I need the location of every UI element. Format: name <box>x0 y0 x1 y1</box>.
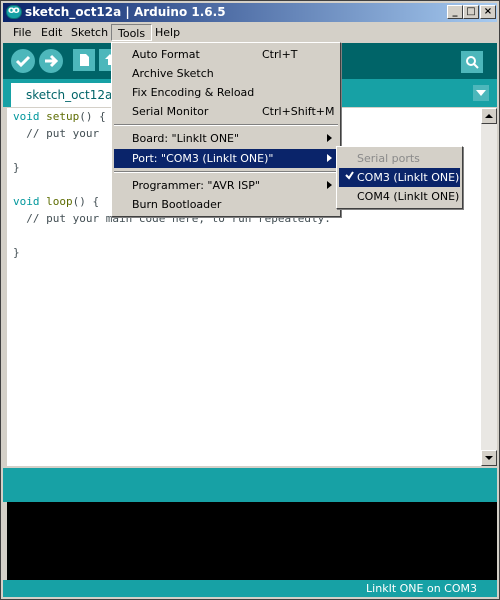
board-port-status: LinkIt ONE on COM3 <box>366 582 477 595</box>
scroll-up-button[interactable] <box>481 108 497 124</box>
new-file-icon <box>80 54 89 66</box>
arduino-ide-window: oo sketch_oct12a | Arduino 1.6.5 _ □ × F… <box>0 0 500 600</box>
upload-icon <box>45 54 59 68</box>
maximize-button[interactable]: □ <box>463 5 479 19</box>
menu-separator <box>114 124 338 126</box>
menu-item-board[interactable]: Board: "LinkIt ONE" <box>114 129 338 148</box>
menu-item-shortcut: Ctrl+T <box>262 48 298 61</box>
message-bar <box>3 468 497 502</box>
close-button[interactable]: × <box>480 5 496 19</box>
menu-item-serial-monitor[interactable]: Serial Monitor Ctrl+Shift+M <box>114 102 338 121</box>
scroll-down-button[interactable] <box>481 450 497 466</box>
minimize-button[interactable]: _ <box>447 5 463 19</box>
serial-monitor-icon <box>466 56 479 69</box>
checkmark-icon <box>345 171 354 180</box>
upload-button[interactable] <box>39 49 63 73</box>
menu-separator <box>114 171 338 173</box>
port-option-com3[interactable]: COM3 (LinkIt ONE) <box>339 168 460 187</box>
submenu-arrow-icon <box>327 154 332 162</box>
port-option-com4[interactable]: COM4 (LinkIt ONE) <box>339 187 460 206</box>
window-title: sketch_oct12a | Arduino 1.6.5 <box>25 5 226 19</box>
menu-item-fix-encoding[interactable]: Fix Encoding & Reload <box>114 83 338 102</box>
menu-bar: File Edit Sketch Tools Help <box>3 22 497 42</box>
menu-help[interactable]: Help <box>149 24 186 41</box>
submenu-arrow-icon <box>327 134 332 142</box>
code-line: // put your <box>13 127 100 140</box>
code-line: } <box>13 161 20 174</box>
arduino-logo-icon: oo <box>6 5 22 19</box>
code-line: void loop() { <box>13 195 100 208</box>
port-option-label: COM3 (LinkIt ONE) <box>357 171 460 184</box>
menu-item-label: Programmer: "AVR ISP" <box>132 179 260 192</box>
title-bar[interactable]: oo sketch_oct12a | Arduino 1.6.5 _ □ × <box>3 3 497 22</box>
menu-item-label: Auto Format <box>132 48 200 61</box>
menu-file[interactable]: File <box>7 24 37 41</box>
tab-sketch[interactable]: sketch_oct12a <box>11 83 112 107</box>
new-button[interactable] <box>73 49 95 71</box>
chevron-down-icon <box>476 90 486 96</box>
menu-item-auto-format[interactable]: Auto Format Ctrl+T <box>114 45 338 64</box>
submenu-header-serial-ports: Serial ports <box>339 149 460 168</box>
tab-menu-button[interactable] <box>473 85 489 101</box>
port-submenu: Serial ports COM3 (LinkIt ONE) COM4 (Lin… <box>336 146 463 209</box>
verify-icon <box>15 55 31 68</box>
menu-item-label: Board: "LinkIt ONE" <box>132 132 240 145</box>
submenu-header-label: Serial ports <box>357 152 420 165</box>
editor-scrollbar[interactable] <box>481 108 497 466</box>
status-bar: LinkIt ONE on COM3 <box>3 580 497 597</box>
menu-item-label: Port: "COM3 (LinkIt ONE)" <box>132 152 274 165</box>
submenu-arrow-icon <box>327 181 332 189</box>
code-line: void setup() { <box>13 110 106 123</box>
arrow-down-icon <box>485 456 493 460</box>
tools-menu: Auto Format Ctrl+T Archive Sketch Fix En… <box>111 42 341 217</box>
menu-item-shortcut: Ctrl+Shift+M <box>262 105 335 118</box>
menu-item-label: Fix Encoding & Reload <box>132 86 255 99</box>
menu-item-label: Serial Monitor <box>132 105 209 118</box>
console-output[interactable] <box>7 502 497 580</box>
verify-button[interactable] <box>11 49 35 73</box>
menu-item-archive-sketch[interactable]: Archive Sketch <box>114 64 338 83</box>
menu-item-burn-bootloader[interactable]: Burn Bootloader <box>114 195 338 214</box>
port-option-label: COM4 (LinkIt ONE) <box>357 190 460 203</box>
arrow-up-icon <box>485 114 493 118</box>
menu-sketch[interactable]: Sketch <box>65 24 114 41</box>
code-line: } <box>13 246 20 259</box>
menu-tools[interactable]: Tools <box>111 24 153 41</box>
serial-monitor-button[interactable] <box>461 51 483 73</box>
menu-edit[interactable]: Edit <box>35 24 68 41</box>
menu-item-programmer[interactable]: Programmer: "AVR ISP" <box>114 176 338 195</box>
menu-item-port[interactable]: Port: "COM3 (LinkIt ONE)" <box>114 149 338 168</box>
menu-item-label: Archive Sketch <box>132 67 214 80</box>
menu-item-label: Burn Bootloader <box>132 198 222 211</box>
